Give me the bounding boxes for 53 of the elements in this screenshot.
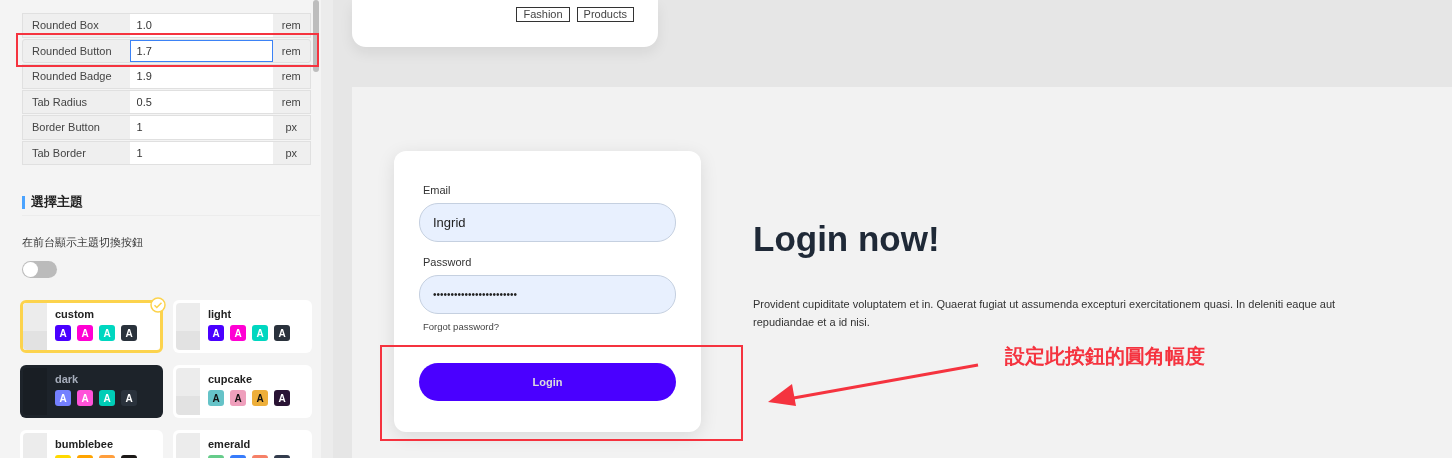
scrollbar[interactable] (313, 0, 319, 72)
hero-text: Provident cupiditate voluptatem et in. Quaerat fugiat ut assumenda excepturi exercitationem quasi. In deleniti eaque aut repudiandae et a id nisi. (753, 297, 1337, 330)
color-swatch: A (208, 390, 224, 406)
theme-name: custom (55, 308, 96, 320)
theme-card[interactable]: cupcake A A A A (173, 365, 312, 418)
color-swatch: A (55, 325, 71, 341)
check-icon (150, 297, 166, 313)
forgot-link[interactable]: Forgot password? (423, 321, 676, 332)
toggle-label: 在前台顯示主題切換按鈕 (22, 235, 144, 250)
color-swatch: A (121, 390, 137, 406)
color-swatch: A (77, 390, 93, 406)
login-button[interactable]: Login (419, 363, 676, 401)
color-swatch: A (274, 390, 290, 406)
hero-heading: Login now! (753, 219, 941, 259)
color-swatch: A (252, 390, 268, 406)
theme-preview-strip (23, 303, 47, 350)
tag-label: Fashion (516, 7, 570, 22)
tag-label: Products (576, 7, 634, 22)
color-swatch: A (77, 325, 93, 341)
theme-card[interactable]: bumblebee (20, 430, 163, 458)
theme-preview-strip (176, 368, 200, 415)
unit-label: rem (280, 43, 302, 59)
setting-label: Rounded Button (31, 43, 113, 59)
theme-name: light (208, 308, 233, 320)
field-label: Password (423, 256, 473, 268)
section-heading: 選擇主題 (31, 193, 83, 211)
theme-card[interactable]: emerald (173, 430, 312, 458)
color-swatch: A (274, 325, 290, 341)
theme-name: cupcake (208, 373, 254, 385)
field-label: Email (423, 184, 452, 196)
theme-preview-strip (176, 303, 200, 350)
color-swatch: A (208, 325, 224, 341)
color-swatch: A (99, 390, 115, 406)
color-swatch: A (121, 325, 137, 341)
color-swatch: A (55, 390, 71, 406)
color-swatch: A (230, 325, 246, 341)
setting-input[interactable]: 1.7 (129, 39, 273, 62)
theme-name: dark (55, 373, 80, 385)
theme-preview-strip (23, 368, 47, 415)
color-swatch: A (252, 325, 268, 341)
color-swatch: A (230, 390, 246, 406)
toggle-switch[interactable] (22, 261, 57, 278)
theme-card[interactable]: light A A A A (173, 300, 312, 353)
arrow-icon (766, 362, 981, 407)
theme-name: emerald (208, 438, 252, 450)
color-swatch: A (99, 325, 115, 341)
theme-card[interactable]: dark A A A A (20, 365, 163, 418)
heading-marker (22, 195, 25, 209)
theme-name: bumblebee (55, 438, 115, 450)
annotation-text: 設定此按鈕的圓角幅度 (1005, 344, 1205, 369)
email-field[interactable]: Ingrid (419, 203, 676, 242)
theme-card[interactable]: custom A A A A (20, 300, 163, 353)
password-field[interactable]: •••••••••••••••••••••••• (419, 275, 676, 314)
